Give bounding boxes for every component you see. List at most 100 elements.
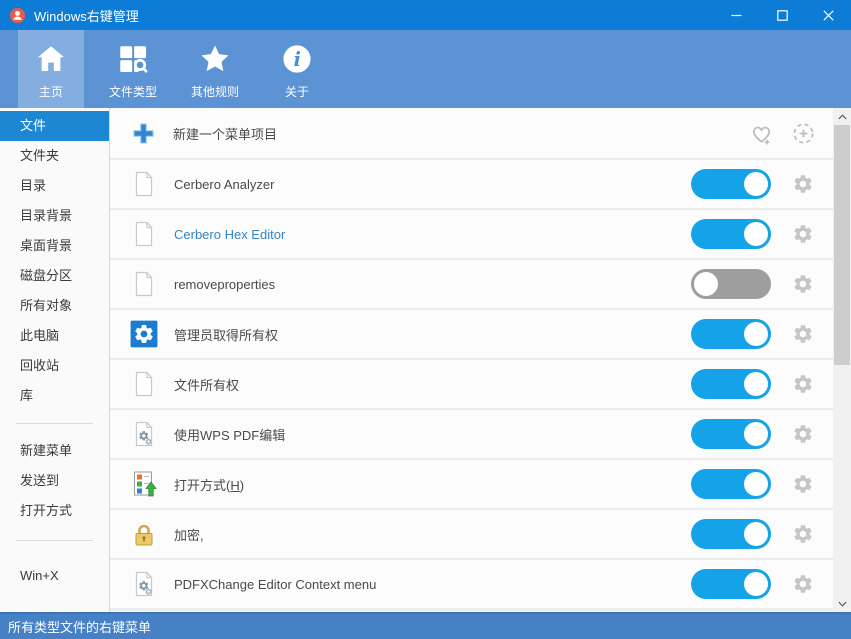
other-rules-star-icon (198, 42, 232, 76)
about-info-icon: i (280, 42, 314, 76)
menu-item-row: 管理员取得所有权 (110, 310, 833, 360)
maximize-button[interactable] (759, 0, 805, 30)
scrollbar[interactable] (833, 108, 851, 612)
sidebar-item-folder[interactable]: 文件夹 (0, 141, 109, 171)
settings-gear-icon[interactable] (792, 223, 814, 245)
menu-item-row: Cerbero Analyzer (110, 160, 833, 210)
sidebar-item-win-x[interactable]: Win+X (0, 561, 109, 591)
sidebar-item-directory[interactable]: 目录 (0, 171, 109, 201)
document-icon (130, 270, 158, 298)
settings-gear-icon[interactable] (792, 323, 814, 345)
minimize-icon (731, 10, 742, 21)
window-controls (713, 0, 851, 30)
maximize-icon (777, 10, 788, 21)
settings-gear-icon[interactable] (792, 423, 814, 445)
enable-toggle[interactable] (691, 319, 771, 349)
access-key: H (230, 478, 239, 493)
sidebar-item-new-menu[interactable]: 新建菜单 (0, 436, 109, 466)
tab-other-rules[interactable]: 其他规则 (182, 30, 248, 108)
enable-toggle[interactable] (691, 419, 771, 449)
close-icon (823, 10, 834, 21)
menu-item-list: 新建一个菜单项目 Cerbero Analyzer Cerbero Hex Ed… (110, 108, 833, 612)
document-gear-icon (130, 570, 158, 598)
sidebar-item-open-with[interactable]: 打开方式 (0, 496, 109, 526)
menu-item-label: 打开方式(H) (174, 475, 691, 494)
new-item-label: 新建一个菜单项目 (173, 124, 748, 143)
title-bar: Windows右键管理 (0, 0, 851, 30)
tab-home[interactable]: 主页 (18, 30, 84, 108)
sidebar-item-this-pc[interactable]: 此电脑 (0, 321, 109, 351)
lock-icon (130, 520, 158, 548)
tab-label: 其他规则 (191, 83, 239, 100)
enable-toggle[interactable] (691, 469, 771, 499)
sidebar-item-file[interactable]: 文件 (0, 111, 109, 141)
menu-item-row: Cerbero Hex Editor (110, 210, 833, 260)
home-icon (34, 42, 68, 76)
favorite-heart-add-icon[interactable] (748, 120, 775, 147)
toggle-knob (744, 172, 768, 196)
status-text: 所有类型文件的右键菜单 (8, 617, 151, 636)
document-icon (130, 170, 158, 198)
toggle-knob (744, 322, 768, 346)
enable-toggle[interactable] (691, 369, 771, 399)
enable-toggle[interactable] (691, 169, 771, 199)
sidebar-item-directory-background[interactable]: 目录背景 (0, 201, 109, 231)
menu-item-row: PDFXChange Editor Context menu (110, 560, 833, 610)
sidebar: 文件 文件夹 目录 目录背景 桌面背景 磁盘分区 所有对象 此电脑 回收站 库 … (0, 108, 110, 612)
settings-gear-icon[interactable] (792, 273, 814, 295)
new-menu-item-row[interactable]: 新建一个菜单项目 (110, 108, 833, 160)
main-area: 文件 文件夹 目录 目录背景 桌面背景 磁盘分区 所有对象 此电脑 回收站 库 … (0, 108, 851, 612)
menu-item-row: 文件所有权 (110, 360, 833, 410)
tab-about[interactable]: i 关于 (264, 30, 330, 108)
window-title: Windows右键管理 (34, 6, 139, 25)
open-with-icon (130, 470, 158, 498)
status-bar: 所有类型文件的右键菜单 (0, 612, 851, 639)
add-plus-icon (130, 120, 157, 147)
label-part: 打开方式( (174, 478, 230, 493)
sidebar-item-send-to[interactable]: 发送到 (0, 466, 109, 496)
settings-gear-icon[interactable] (792, 473, 814, 495)
enable-toggle[interactable] (691, 519, 771, 549)
menu-item-label: removeproperties (174, 277, 691, 292)
app-logo-icon (9, 7, 26, 24)
toggle-knob (744, 422, 768, 446)
sidebar-separator (16, 423, 93, 424)
tab-label: 主页 (39, 83, 63, 100)
enable-toggle[interactable] (691, 269, 771, 299)
settings-gear-icon[interactable] (792, 173, 814, 195)
menu-item-label: Cerbero Hex Editor (174, 227, 691, 242)
sidebar-item-library[interactable]: 库 (0, 381, 109, 411)
settings-gear-icon[interactable] (792, 373, 814, 395)
menu-item-label: 加密, (174, 525, 691, 544)
file-types-icon (116, 42, 150, 76)
main-toolbar: 主页 文件类型 其他规则 i 关于 (0, 30, 851, 108)
capture-add-icon[interactable] (790, 120, 817, 147)
settings-gear-icon[interactable] (792, 523, 814, 545)
menu-item-label: 使用WPS PDF编辑 (174, 425, 691, 444)
toggle-knob (744, 222, 768, 246)
enable-toggle[interactable] (691, 569, 771, 599)
close-button[interactable] (805, 0, 851, 30)
minimize-button[interactable] (713, 0, 759, 30)
svg-text:i: i (294, 48, 301, 71)
scrollbar-down-button[interactable] (833, 595, 851, 612)
menu-item-row: removeproperties (110, 260, 833, 310)
toggle-knob (744, 522, 768, 546)
label-part: ) (240, 478, 244, 493)
tab-file-types[interactable]: 文件类型 (100, 30, 166, 108)
scrollbar-up-button[interactable] (833, 108, 851, 125)
sidebar-item-recycle-bin[interactable]: 回收站 (0, 351, 109, 381)
document-gear-icon (130, 420, 158, 448)
sidebar-item-all-objects[interactable]: 所有对象 (0, 291, 109, 321)
sidebar-item-disk-partition[interactable]: 磁盘分区 (0, 261, 109, 291)
menu-item-label: 管理员取得所有权 (174, 325, 691, 344)
chevron-up-icon (838, 114, 847, 120)
document-icon (130, 370, 158, 398)
toggle-knob (744, 472, 768, 496)
toggle-knob (744, 372, 768, 396)
settings-gear-icon[interactable] (792, 573, 814, 595)
menu-item-row: 加密, (110, 510, 833, 560)
enable-toggle[interactable] (691, 219, 771, 249)
sidebar-item-desktop-background[interactable]: 桌面背景 (0, 231, 109, 261)
scrollbar-thumb[interactable] (834, 125, 850, 365)
